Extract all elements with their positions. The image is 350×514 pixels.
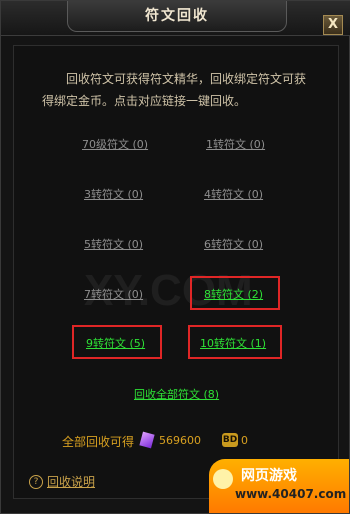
recycle-all-link[interactable]: 回收全部符文 (8): [134, 386, 219, 402]
rune-link-7[interactable]: 7转符文 (0): [84, 286, 143, 302]
rune-link-8[interactable]: 8转符文 (2): [204, 286, 263, 302]
rune-link-9[interactable]: 9转符文 (5): [86, 335, 145, 351]
rune-link-5[interactable]: 5转符文 (0): [84, 236, 143, 252]
rune-link-70[interactable]: 70级符文 (0): [82, 136, 148, 152]
rune-link-4[interactable]: 4转符文 (0): [204, 186, 263, 202]
title-bar: 符文回收 X: [1, 1, 350, 36]
essence-gem-icon: [139, 431, 155, 449]
help-question-icon: ?: [29, 475, 43, 489]
content-area: 回收符文可获得符文精华，回收绑定符文可获得绑定金币。点击对应链接一键回收。 XY…: [13, 45, 339, 499]
logo-line-2: www.40407.com: [235, 487, 347, 501]
logo-line-1: 网页游戏: [241, 468, 297, 484]
rune-link-3[interactable]: 3转符文 (0): [84, 186, 143, 202]
bind-gold-amount: 0: [241, 434, 248, 447]
essence-amount: 569600: [159, 434, 201, 447]
rune-link-1[interactable]: 1转符文 (0): [206, 136, 265, 152]
intro-text: 回收符文可获得符文精华，回收绑定符文可获得绑定金币。点击对应链接一键回收。: [42, 72, 307, 108]
help-link[interactable]: 回收说明: [47, 473, 95, 490]
bind-gold-icon: BD: [222, 433, 238, 447]
window-title: 符文回收: [67, 1, 287, 32]
rune-recycle-window: 符文回收 X 回收符文可获得符文精华，回收绑定符文可获得绑定金币。点击对应链接一…: [0, 0, 350, 514]
logo-face-icon: [213, 469, 233, 489]
close-button[interactable]: X: [323, 15, 343, 35]
rune-link-10[interactable]: 10转符文 (1): [200, 335, 266, 351]
rune-link-6[interactable]: 6转符文 (0): [204, 236, 263, 252]
total-label: 全部回收可得: [62, 435, 135, 449]
site-logo: 网页游戏 www.40407.com: [209, 459, 349, 513]
